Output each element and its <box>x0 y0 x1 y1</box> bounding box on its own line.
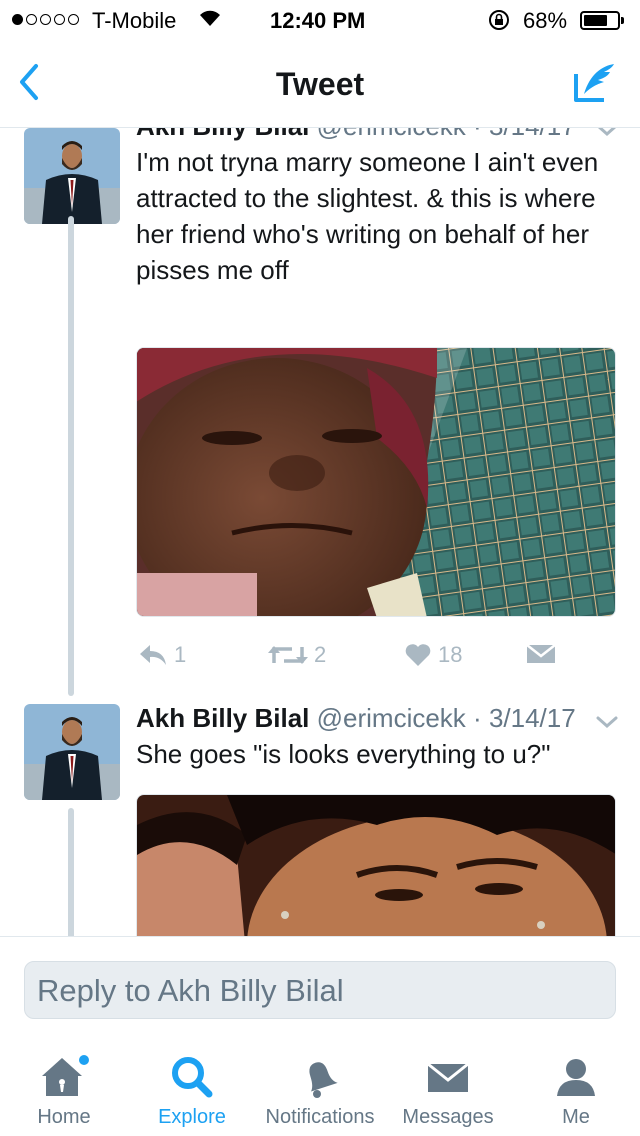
rotation-lock-icon <box>487 8 511 38</box>
author-handle[interactable]: @erimcicekk <box>317 703 466 733</box>
like-button[interactable]: 18 <box>404 642 462 668</box>
compose-tweet-button[interactable] <box>572 60 618 106</box>
direct-message-button[interactable] <box>526 642 556 666</box>
tab-me[interactable]: Me <box>512 1036 640 1136</box>
tweet-actions: 1 2 18 <box>136 642 616 674</box>
chevron-down-icon <box>597 128 617 137</box>
thread-connector <box>68 808 74 936</box>
search-icon <box>172 1057 213 1098</box>
thread-connector <box>68 216 74 696</box>
battery-icon <box>580 11 624 30</box>
person-icon <box>557 1059 595 1096</box>
compose-quill-icon <box>574 64 614 102</box>
avatar[interactable] <box>24 704 120 800</box>
reply-input[interactable]: Reply to Akh Billy Bilal <box>24 961 616 1019</box>
reply-bar: Reply to Akh Billy Bilal <box>0 936 640 1036</box>
home-icon <box>42 1055 89 1096</box>
tweet-text: I'm not tryna marry someone I ain't even… <box>136 147 599 285</box>
tab-bar: Home Explore Notifications Messages Me <box>0 1036 640 1136</box>
retweet-count: 2 <box>314 642 327 667</box>
tweet-media-image[interactable] <box>136 794 616 936</box>
tweet-text: She goes "is looks everything to u?" <box>136 739 551 769</box>
tab-label: Me <box>562 1106 590 1128</box>
envelope-icon <box>526 644 556 663</box>
tweet-header: Akh Billy Bilal @erimcicekk · 3/14/17 <box>136 703 576 733</box>
chevron-down-icon <box>596 716 618 729</box>
reply-button[interactable]: 1 <box>138 642 186 668</box>
navigation-bar: Tweet <box>0 40 640 128</box>
tweet-date[interactable]: 3/14/17 <box>489 703 576 733</box>
reply-count: 1 <box>174 642 187 667</box>
author-handle[interactable]: @erimcicekk <box>317 128 466 141</box>
tweet-media-image[interactable] <box>136 347 616 617</box>
tweet-menu-button[interactable] <box>594 128 620 140</box>
wifi-icon <box>198 8 222 34</box>
bell-icon <box>309 1062 338 1098</box>
reply-icon <box>140 645 166 665</box>
retweet-icon <box>268 646 308 664</box>
envelope-icon <box>427 1062 469 1092</box>
battery-percent: 68% <box>523 8 568 33</box>
page-title: Tweet <box>275 66 365 102</box>
status-bar: T-Mobile 12:40 PM 68% <box>0 0 640 40</box>
author-name[interactable]: Akh Billy Bilal <box>136 128 309 141</box>
avatar[interactable] <box>24 128 120 224</box>
carrier-name: T-Mobile <box>92 8 177 33</box>
author-name[interactable]: Akh Billy Bilal <box>136 703 309 733</box>
tweet-header: Akh Billy Bilal @erimcicekk · 3/14/17 <box>136 128 576 142</box>
tweet-thread[interactable]: Akh Billy Bilal @erimcicekk · 3/14/17 I'… <box>0 128 640 936</box>
retweet-button[interactable]: 2 <box>268 642 326 668</box>
signal-strength-icon <box>12 14 79 25</box>
clock: 12:40 PM <box>270 8 366 33</box>
tweet-date[interactable]: 3/14/17 <box>489 128 576 141</box>
like-count: 18 <box>438 642 463 667</box>
tweet-menu-button[interactable] <box>594 712 620 732</box>
heart-icon <box>405 644 431 666</box>
